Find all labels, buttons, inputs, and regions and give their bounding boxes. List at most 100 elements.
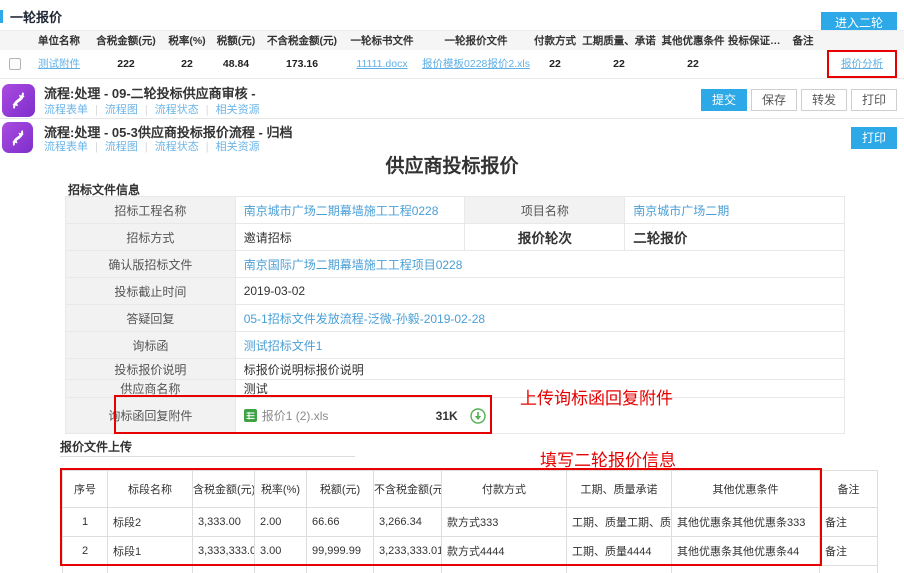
workflow-1: 流程:处理 - 09-二轮投标供应商审核 - 流程表单|流程图|流程状态|相关资… — [0, 81, 904, 119]
table-row: 测试附件 222 22 48.84 173.16 11111.docx 报价模板… — [0, 50, 904, 79]
cell-other: 22 — [658, 50, 728, 79]
print-button[interactable]: 打印 — [851, 89, 897, 111]
col-header: 税额(元) — [307, 471, 374, 508]
bid-info-table: 招标工程名称 南京城市广场二期幕墙施工工程0228 项目名称 南京城市广场二期 … — [65, 196, 845, 434]
col-header: 备注 — [820, 471, 878, 508]
page: 一轮报价 进入二轮 单位名称 含税金额(元) 税率(%) 税额(元) 不含税金额… — [0, 0, 904, 573]
qa-reply-link[interactable]: 05-1招标文件发放流程-泛微-孙毅-2019-02-28 — [244, 312, 485, 326]
col-header: 其他优惠条件 — [672, 471, 820, 508]
quote-row: 2 标段1 3,333,333.00 3.00 99,999.99 3,233,… — [63, 537, 878, 566]
attachment-filename[interactable]: 报价1 (2).xls — [262, 407, 329, 424]
annotation-fill-second-round: 填写二轮报价信息 — [540, 446, 676, 471]
first-round-header-row: 单位名称 含税金额(元) 税率(%) 税额(元) 不含税金额(元) 一轮标书文件… — [0, 31, 904, 50]
col-header: 序号 — [63, 471, 108, 508]
form-row: 供应商名称 测试 — [66, 380, 845, 398]
quote-analysis-link[interactable]: 报价分析 — [841, 58, 883, 70]
col-header: 单位名称 — [30, 31, 88, 50]
cell-tax: 99,999.99 — [307, 537, 374, 566]
cell-quality: 22 — [580, 50, 658, 79]
quote-row: 1 标段2 3,333.00 2.00 66.66 3,266.34 款方式33… — [63, 508, 878, 537]
unit-name-link[interactable]: 测试附件 — [38, 58, 80, 70]
col-header: 其他优惠条件 — [658, 31, 728, 50]
col-header: 税率(%) — [255, 471, 307, 508]
cell-amount: 222 — [88, 50, 164, 79]
field-label: 投标截止时间 — [66, 278, 236, 305]
field-value: 2019-03-02 — [235, 278, 844, 305]
cell-tax: 48.84 — [210, 50, 262, 79]
field-value: 邀请招标 — [235, 224, 465, 251]
wf-link-form[interactable]: 流程表单 — [44, 104, 88, 116]
col-header: 付款方式 — [530, 31, 580, 50]
col-header: 一轮报价文件 — [422, 31, 530, 50]
wf-link-resources[interactable]: 相关资源 — [216, 104, 260, 116]
cell-payment: 22 — [530, 50, 580, 79]
analysis-highlight-box: 报价分析 — [827, 50, 897, 78]
col-header: 工期、质量承诺 — [567, 471, 672, 508]
col-header: 投标保证金证... — [728, 31, 786, 50]
quote-upload-table: 序号 标段名称 含税金额(元) 税率(%) 税额(元) 不含税金额(元) 付款方… — [62, 470, 878, 573]
project-title-link[interactable]: 南京城市广场二期 — [633, 204, 729, 218]
workflow-icon — [2, 122, 33, 153]
cell-seq: 1 — [63, 508, 108, 537]
divider: | — [95, 104, 98, 116]
col-header-analysis — [820, 31, 904, 50]
cell-section: 标段1 — [108, 537, 193, 566]
submit-button[interactable]: 提交 — [701, 89, 747, 111]
cell-rate: 22 — [164, 50, 210, 79]
cell-section: 标段2 — [108, 508, 193, 537]
inquiry-letter-link[interactable]: 测试招标文件1 — [244, 339, 323, 353]
row-checkbox[interactable] — [9, 58, 21, 70]
page-title: 供应商投标报价 — [0, 151, 904, 178]
excel-file-icon — [244, 409, 257, 422]
cell-no-tax: 173.16 — [262, 50, 342, 79]
divider: | — [206, 104, 209, 116]
first-round-table: 单位名称 含税金额(元) 税率(%) 税额(元) 不含税金额(元) 一轮标书文件… — [0, 30, 904, 79]
field-label: 供应商名称 — [66, 380, 236, 398]
bid-file-link[interactable]: 11111.docx — [356, 58, 407, 70]
form-row: 确认版招标文件 南京国际广场二期幕墙施工工程项目0228 — [66, 251, 845, 278]
cell-no-tax: 3,233,333.01 — [374, 537, 442, 566]
first-round-title: 一轮报价 — [10, 7, 62, 26]
cell-rate: 2.00 — [255, 508, 307, 537]
workflow-buttons: 打印 — [851, 127, 897, 149]
round-value: 二轮报价 — [625, 224, 845, 251]
cell-no-tax: 3,266.34 — [374, 508, 442, 537]
form-row: 询标函 测试招标文件1 — [66, 332, 845, 359]
project-name-link[interactable]: 南京城市广场二期幕墙施工工程0228 — [244, 204, 439, 218]
cell-payment: 款方式4444 — [442, 537, 567, 566]
print-button[interactable]: 打印 — [851, 127, 897, 149]
col-header: 标段名称 — [108, 471, 193, 508]
cell-note — [786, 50, 820, 79]
wf-link-diagram[interactable]: 流程图 — [105, 104, 138, 116]
form-row: 投标报价说明 标报价说明标报价说明 — [66, 359, 845, 380]
col-header: 不含税金额(元) — [262, 31, 342, 50]
forward-button[interactable]: 转发 — [801, 89, 847, 111]
cell-note: 备注 — [820, 508, 878, 537]
form-row: 招标方式 邀请招标 报价轮次 二轮报价 — [66, 224, 845, 251]
form-row-attachment: 询标函回复附件 报价1 (2).xls 31K — [66, 398, 845, 434]
workflow-icon — [2, 84, 35, 117]
form-row: 投标截止时间 2019-03-02 — [66, 278, 845, 305]
select-all-header — [0, 31, 30, 50]
col-header: 一轮标书文件 — [342, 31, 422, 50]
cell-quality: 工期、质量4444 — [567, 537, 672, 566]
field-label: 答疑回复 — [66, 305, 236, 332]
col-header: 含税金额(元) — [88, 31, 164, 50]
col-header: 付款方式 — [442, 471, 567, 508]
wf-link-status[interactable]: 流程状态 — [155, 104, 199, 116]
cell-rate: 3.00 — [255, 537, 307, 566]
col-header: 税额(元) — [210, 31, 262, 50]
cell-other: 其他优惠条其他优惠条44 — [672, 537, 820, 566]
cell-quality: 工期、质量工期、质量3333 — [567, 508, 672, 537]
field-label: 投标报价说明 — [66, 359, 236, 380]
confirm-doc-link[interactable]: 南京国际广场二期幕墙施工工程项目0228 — [244, 258, 463, 272]
round-label: 报价轮次 — [465, 224, 625, 251]
download-icon[interactable] — [470, 408, 486, 424]
save-button[interactable]: 保存 — [751, 89, 797, 111]
cell-amount: 3,333,333.00 — [193, 537, 255, 566]
cell-deposit — [728, 50, 786, 79]
quote-file-link[interactable]: 报价模板0228报价2.xls — [422, 58, 530, 70]
field-label: 询标函 — [66, 332, 236, 359]
col-header: 含税金额(元) — [193, 471, 255, 508]
field-label: 询标函回复附件 — [66, 398, 236, 434]
